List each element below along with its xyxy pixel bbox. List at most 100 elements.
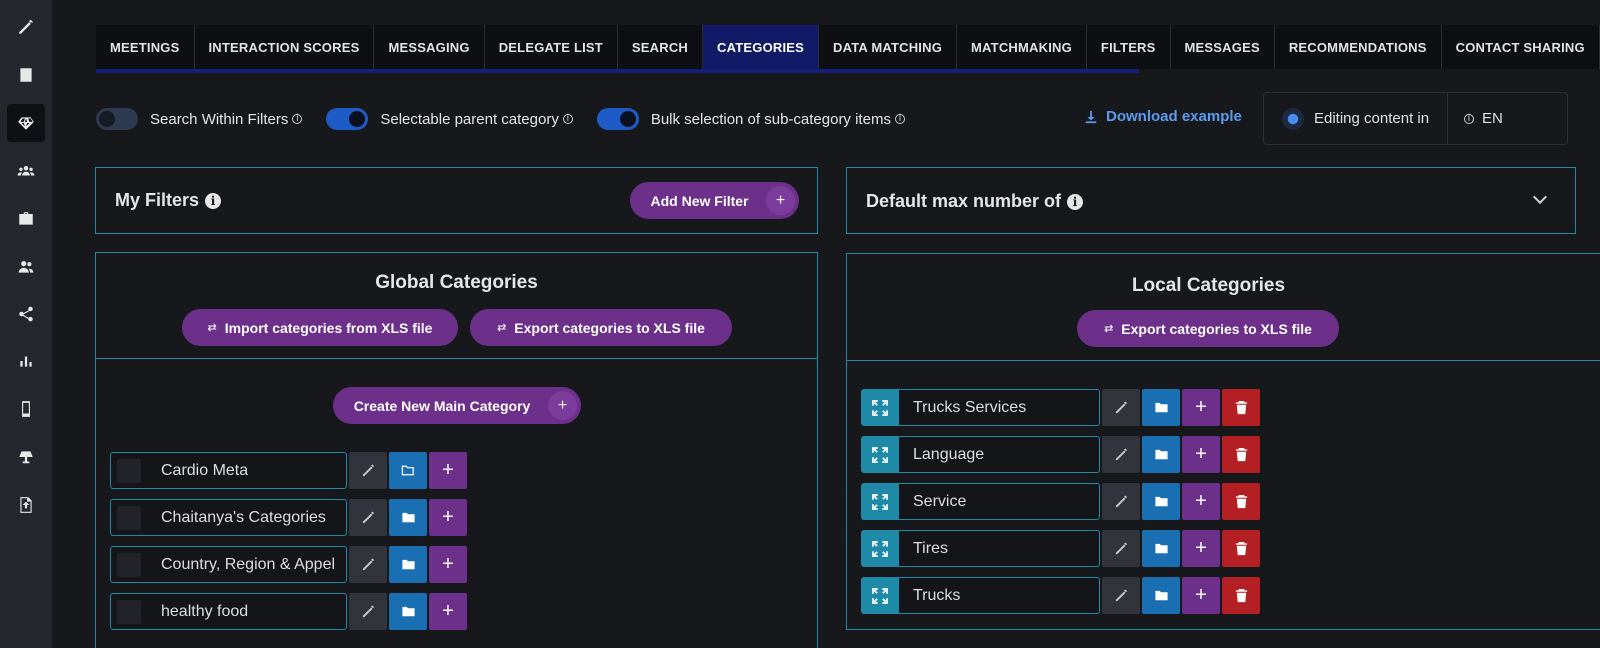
tab-messages[interactable]: MESSAGES: [1171, 25, 1275, 69]
selectable-parent-toggle[interactable]: [326, 108, 369, 130]
category-field[interactable]: Chaitanya's Categories: [110, 499, 347, 536]
export-xls-button[interactable]: ⇄ Export categories to XLS file: [1077, 310, 1339, 347]
chevron-down-icon[interactable]: [1532, 189, 1548, 205]
checkbox[interactable]: [117, 458, 141, 483]
list-item: Service +: [861, 483, 1260, 520]
edit-button[interactable]: [1102, 483, 1140, 520]
folder-icon: [1154, 543, 1168, 554]
import-xls-button[interactable]: ⇄ Import categories from XLS file: [182, 309, 458, 346]
tab-search[interactable]: SEARCH: [618, 25, 704, 69]
default-max-panel[interactable]: Default max number of i: [846, 167, 1576, 234]
search-within-filters-toggle[interactable]: [96, 108, 138, 130]
users-icon[interactable]: [7, 248, 45, 286]
folder-button[interactable]: [389, 546, 427, 583]
list-icon[interactable]: [7, 56, 45, 94]
folder-icon: [1154, 449, 1168, 460]
tab-filters[interactable]: FILTERS: [1087, 25, 1171, 69]
folder-button[interactable]: [1142, 577, 1180, 614]
pencil-icon: [1115, 542, 1127, 555]
tab-recommendations[interactable]: RECOMMENDATIONS: [1275, 25, 1442, 69]
edit-button[interactable]: [349, 593, 387, 630]
tab-delegate-list[interactable]: DELEGATE LIST: [485, 25, 618, 69]
category-field[interactable]: Trucks: [899, 577, 1100, 614]
info-icon[interactable]: i: [894, 114, 905, 124]
category-field[interactable]: Country, Region & Appel: [110, 546, 347, 583]
group-icon[interactable]: [7, 152, 45, 190]
list-item: healthy food +: [110, 593, 467, 630]
add-subcategory-button[interactable]: +: [1182, 577, 1220, 614]
expand-button[interactable]: [861, 436, 899, 473]
tab-messaging[interactable]: MESSAGING: [374, 25, 485, 69]
expand-button[interactable]: [861, 483, 899, 520]
tab-data-matching[interactable]: DATA MATCHING: [819, 25, 958, 69]
folder-button[interactable]: [389, 499, 427, 536]
delete-button[interactable]: [1222, 530, 1260, 567]
add-subcategory-button[interactable]: +: [429, 593, 467, 630]
edit-button[interactable]: [349, 546, 387, 583]
download-example-link[interactable]: Download example: [1084, 108, 1242, 125]
add-subcategory-button[interactable]: +: [1182, 436, 1220, 473]
folder-button[interactable]: [1142, 483, 1180, 520]
edit-button[interactable]: [1102, 436, 1140, 473]
category-field[interactable]: Trucks Services: [899, 389, 1100, 426]
folder-button[interactable]: [389, 452, 427, 489]
info-icon[interactable]: i: [292, 114, 303, 124]
category-label: Country, Region & Appel: [161, 555, 336, 573]
delete-button[interactable]: [1222, 436, 1260, 473]
pencil-icon: [1115, 495, 1127, 508]
lamp-icon[interactable]: [7, 438, 45, 476]
add-subcategory-button[interactable]: +: [429, 452, 467, 489]
category-field[interactable]: Cardio Meta: [110, 452, 347, 489]
delete-button[interactable]: [1222, 389, 1260, 426]
folder-icon: [401, 559, 415, 570]
pencil-icon[interactable]: [7, 8, 45, 46]
language-dropdown[interactable]: i EN: [1448, 110, 1503, 127]
section-title: Local Categories: [1131, 275, 1286, 296]
add-subcategory-button[interactable]: +: [429, 499, 467, 536]
category-field[interactable]: Language: [899, 436, 1100, 473]
edit-button[interactable]: [1102, 389, 1140, 426]
edit-button[interactable]: [1102, 577, 1140, 614]
edit-button[interactable]: [349, 452, 387, 489]
tab-contact-sharing[interactable]: CONTACT SHARING: [1442, 25, 1600, 69]
add-subcategory-button[interactable]: +: [1182, 483, 1220, 520]
tab-interaction-scores[interactable]: INTERACTION SCORES: [195, 25, 375, 69]
info-icon[interactable]: i: [1067, 193, 1084, 210]
export-xls-button[interactable]: ⇄ Export categories to XLS file: [470, 309, 732, 346]
tab-categories[interactable]: CATEGORIES: [703, 25, 820, 69]
tab-matchmaking[interactable]: MATCHMAKING: [957, 25, 1087, 69]
create-main-category-button[interactable]: Create New Main Category +: [333, 387, 581, 424]
delete-button[interactable]: [1222, 577, 1260, 614]
checkbox[interactable]: [117, 599, 141, 624]
add-subcategory-button[interactable]: +: [429, 546, 467, 583]
add-subcategory-button[interactable]: +: [1182, 389, 1220, 426]
edit-button[interactable]: [349, 499, 387, 536]
bar-chart-icon[interactable]: [7, 342, 45, 380]
gem-icon[interactable]: [7, 104, 45, 142]
upload-file-icon[interactable]: [7, 486, 45, 524]
mobile-icon[interactable]: [7, 390, 45, 428]
share-icon[interactable]: [7, 295, 45, 333]
checkbox[interactable]: [117, 505, 141, 530]
add-subcategory-button[interactable]: +: [1182, 530, 1220, 567]
info-icon[interactable]: i: [205, 192, 222, 209]
add-new-filter-button[interactable]: Add New Filter +: [630, 182, 799, 219]
folder-button[interactable]: [1142, 389, 1180, 426]
delete-button[interactable]: [1222, 483, 1260, 520]
edit-button[interactable]: [1102, 530, 1140, 567]
category-field[interactable]: healthy food: [110, 593, 347, 630]
folder-button[interactable]: [1142, 436, 1180, 473]
category-field[interactable]: Tires: [899, 530, 1100, 567]
briefcase-icon[interactable]: [7, 200, 45, 238]
info-icon[interactable]: i: [562, 114, 573, 124]
expand-button[interactable]: [861, 530, 899, 567]
expand-button[interactable]: [861, 577, 899, 614]
tab-meetings[interactable]: MEETINGS: [96, 25, 195, 69]
folder-button[interactable]: [389, 593, 427, 630]
checkbox[interactable]: [117, 552, 141, 577]
bulk-selection-toggle[interactable]: [596, 108, 639, 130]
info-icon: i: [1464, 113, 1474, 124]
folder-button[interactable]: [1142, 530, 1180, 567]
category-field[interactable]: Service: [899, 483, 1100, 520]
expand-button[interactable]: [861, 389, 899, 426]
